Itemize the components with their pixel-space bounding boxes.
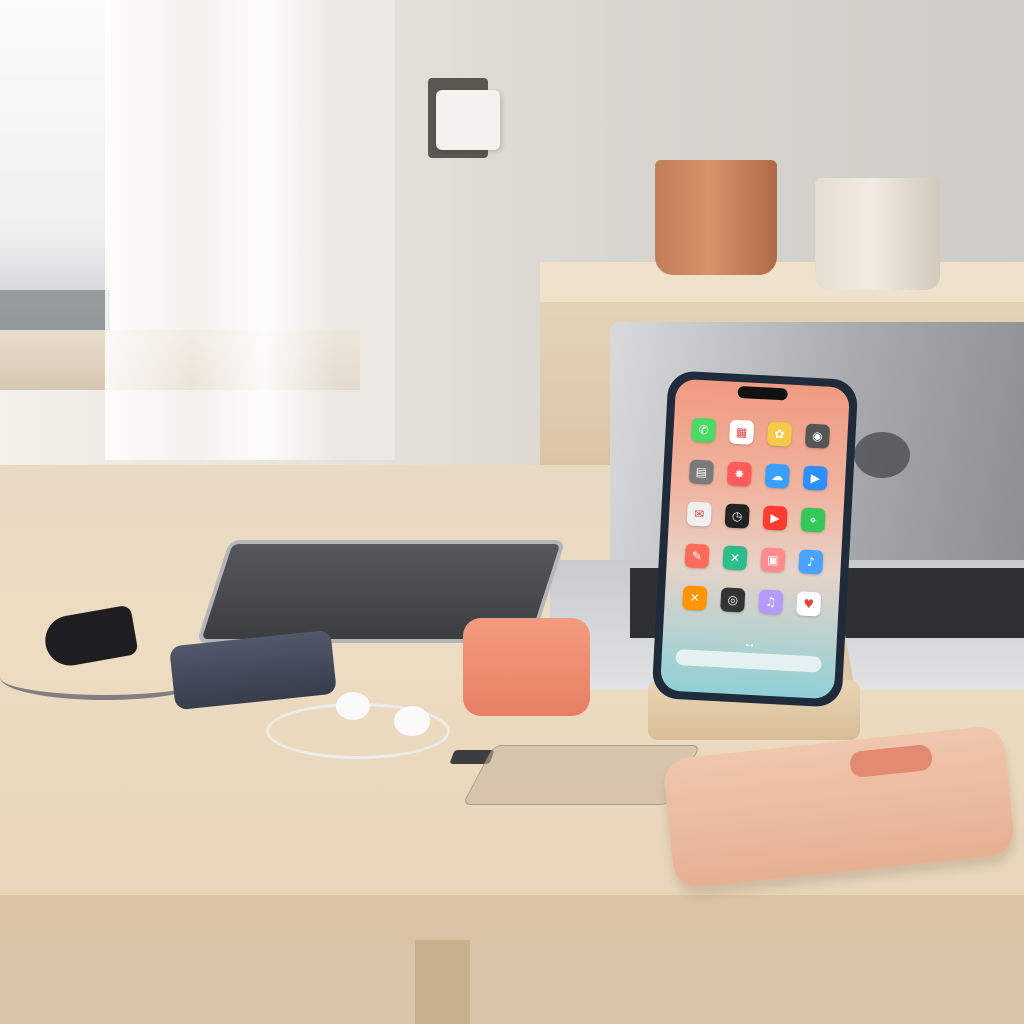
laptop-logo — [854, 432, 910, 478]
window — [0, 0, 110, 330]
mail-icon[interactable]: ✉ — [686, 501, 712, 527]
page-dots: • • — [745, 640, 754, 651]
video-icon[interactable]: ▶ — [802, 465, 828, 491]
circle-icon[interactable]: ◎ — [720, 587, 746, 613]
phone-notch — [737, 385, 788, 401]
desk-edge — [0, 895, 1024, 940]
floor — [0, 940, 1024, 1024]
app-grid: ✆ ▦ ✿ ◉ ▤ ✸ ☁ ▶ ✉ ◷ ▶ ⌖ ✎ ✕ ▣ ♪ ✕ ◎ ♫ ♥ — [682, 417, 832, 617]
bird-icon[interactable]: ♪ — [798, 549, 824, 575]
clock-icon[interactable]: ◷ — [724, 503, 750, 529]
phone-icon[interactable]: ✆ — [691, 417, 717, 443]
desk-scene: ✆ ▦ ✿ ◉ ▤ ✸ ☁ ▶ ✉ ◷ ▶ ⌖ ✎ ✕ ▣ ♪ ✕ ◎ ♫ ♥ • • — [0, 0, 1024, 1024]
earbuds-case — [463, 618, 590, 716]
xcross-icon[interactable]: ✕ — [722, 545, 748, 571]
camera-icon[interactable]: ◉ — [804, 423, 831, 449]
youtube-icon[interactable]: ▶ — [762, 505, 788, 531]
heart-icon[interactable]: ♥ — [796, 591, 822, 617]
search-pill[interactable] — [675, 649, 822, 673]
wall-charger — [436, 90, 500, 150]
curtain — [105, 0, 395, 460]
music-icon[interactable]: ♫ — [758, 589, 784, 615]
earbud-left — [336, 692, 370, 720]
cabinet-top — [540, 262, 1024, 302]
smartphone: ✆ ▦ ✿ ◉ ▤ ✸ ☁ ▶ ✉ ◷ ▶ ⌖ ✎ ✕ ▣ ♪ ✕ ◎ ♫ ♥ • • — [651, 370, 859, 708]
plant-pot-terracotta — [655, 160, 777, 275]
photos-icon[interactable]: ✿ — [766, 421, 793, 447]
tv-icon[interactable]: ▣ — [760, 547, 786, 573]
safari-icon[interactable]: ✸ — [726, 461, 752, 487]
x-icon[interactable]: ✕ — [682, 585, 708, 611]
phone-screen: ✆ ▦ ✿ ◉ ▤ ✸ ☁ ▶ ✉ ◷ ▶ ⌖ ✎ ✕ ▣ ♪ ✕ ◎ ♫ ♥ • • — [659, 378, 851, 700]
plant-pot-cream — [815, 178, 940, 290]
weather-icon[interactable]: ☁ — [764, 463, 790, 489]
news-icon[interactable]: ▤ — [688, 459, 715, 485]
desk-leg — [415, 940, 470, 1024]
maps-icon[interactable]: ⌖ — [800, 507, 826, 533]
earbud-right — [394, 706, 430, 736]
tools-icon[interactable]: ✎ — [684, 543, 710, 569]
calendar-icon[interactable]: ▦ — [728, 419, 755, 445]
window-frame — [0, 290, 110, 335]
